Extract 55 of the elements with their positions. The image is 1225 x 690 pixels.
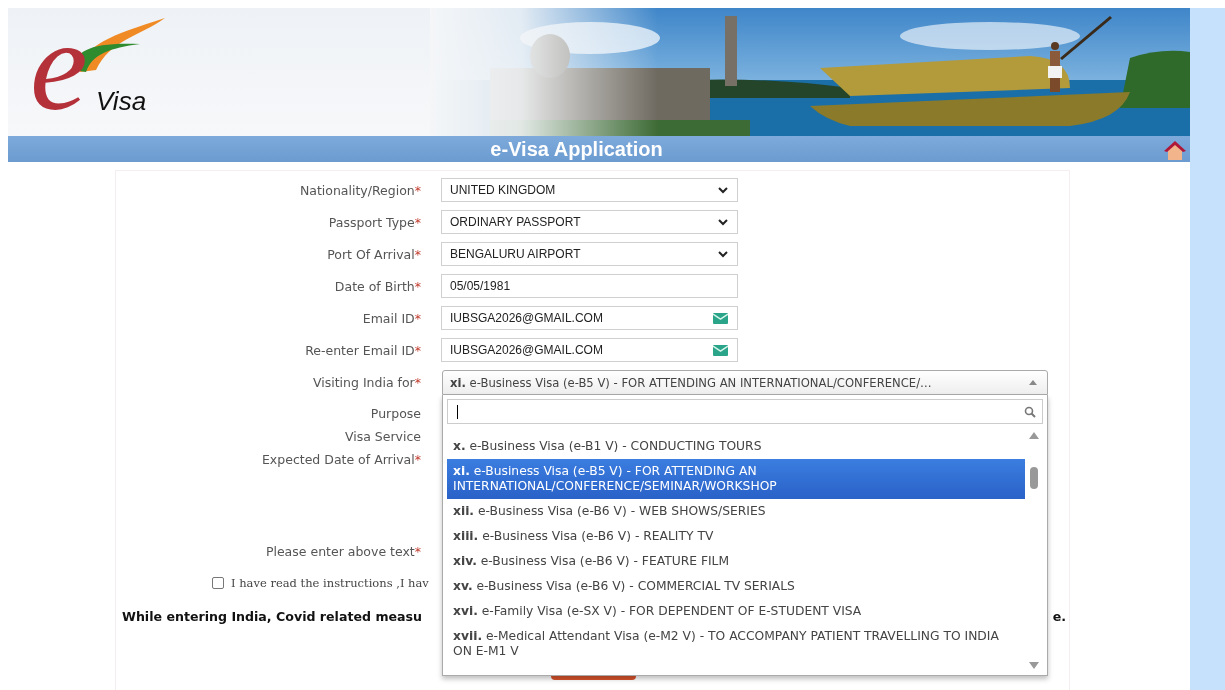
home-icon[interactable]: [1164, 140, 1186, 160]
required-marker: *: [414, 246, 421, 262]
notice-text: While entering India, Covid related measu: [122, 608, 422, 624]
chevron-down-icon: [718, 250, 728, 258]
page-title: e-Visa Application: [490, 137, 663, 161]
date-field[interactable]: 05/05/1981: [441, 274, 738, 298]
agreement-text: I have read the instructions ,I hav: [231, 576, 429, 590]
dropdown-option[interactable]: xii. e-Business Visa (e-B6 V) - WEB SHOWS/SERIES: [447, 499, 1025, 524]
logo-mark: e: [30, 0, 88, 130]
field-label: Visa Service: [344, 429, 421, 444]
field-label: Please enter above text: [265, 544, 415, 559]
required-marker: *: [414, 182, 421, 198]
dropdown-option[interactable]: xvi. e-Family Visa (e-SX V) - FOR DEPENDENT OF E-STUDENT VISA: [447, 599, 1025, 624]
checkbox[interactable]: [212, 577, 224, 589]
required-marker: *: [414, 214, 421, 230]
email-field[interactable]: IUBSGA2026@GMAIL.COM: [441, 306, 738, 330]
chevron-down-icon: [718, 218, 728, 226]
field-label: Re-enter Email ID: [305, 342, 415, 358]
required-marker: *: [414, 342, 421, 358]
dropdown-field[interactable]: xi. e-Business Visa (e-B5 V) - FOR ATTENDING AN INTERNATIONAL/CONFERENCE/…: [442, 370, 1048, 395]
select-field[interactable]: UNITED KINGDOM: [441, 178, 738, 202]
chevron-down-icon: [718, 186, 728, 194]
dropdown-option[interactable]: xvii. e-Medical Attendant Visa (e-M2 V) - TO ACCOMPANY PATIENT TRAVELLING TO INDIA ON E-M1 V: [447, 624, 1025, 664]
logo-text: Visa: [96, 86, 147, 117]
field-label: Passport Type: [328, 214, 415, 230]
email-field[interactable]: IUBSGA2026@GMAIL.COM: [441, 338, 738, 362]
required-marker: *: [414, 375, 421, 390]
dropdown-option[interactable]: xi. e-Business Visa (e-B5 V) - FOR ATTENDING AN INTERNATIONAL/CONFERENCE/SEMINAR/WORKSHOP: [447, 459, 1025, 499]
notice-text: e.: [1052, 608, 1066, 624]
scrollbar-thumb[interactable]: [1030, 467, 1038, 489]
search-field[interactable]: [447, 399, 1043, 424]
field-label: Port Of Arrival: [327, 246, 415, 262]
required-marker: *: [414, 452, 421, 467]
scroll-down-icon[interactable]: [1029, 662, 1039, 669]
field-label: Date of Birth: [334, 278, 415, 294]
select-field[interactable]: ORDINARY PASSPORT: [441, 210, 738, 234]
required-marker: *: [414, 310, 421, 326]
caret-icon: [1029, 380, 1037, 385]
text-cursor: [457, 404, 458, 419]
select-field[interactable]: BENGALURU AIRPORT: [441, 242, 738, 266]
envelope-icon: [713, 312, 728, 324]
dropdown-option[interactable]: xiii. e-Business Visa (e-B6 V) - REALITY TV: [447, 524, 1025, 549]
dropdown-option[interactable]: x. e-Business Visa (e-B1 V) - CONDUCTING TOURS: [447, 434, 1025, 459]
scroll-up-icon[interactable]: [1029, 432, 1039, 439]
dropdown-option[interactable]: xv. e-Business Visa (e-B6 V) - COMMERCIAL TV SERIALS: [447, 574, 1025, 599]
required-marker: *: [414, 278, 421, 294]
field-label: Email ID: [362, 310, 415, 326]
field-label: Visiting India for: [312, 375, 415, 390]
field-label: Nationality/Region: [299, 182, 415, 198]
required-marker: *: [414, 544, 421, 559]
envelope-icon: [713, 344, 728, 356]
field-label: Expected Date of Arrival: [261, 452, 415, 467]
dropdown-option[interactable]: xiv. e-Business Visa (e-B6 V) - FEATURE FILM: [447, 549, 1025, 574]
field-label: Purpose: [370, 406, 421, 421]
search-icon: [1024, 405, 1036, 418]
